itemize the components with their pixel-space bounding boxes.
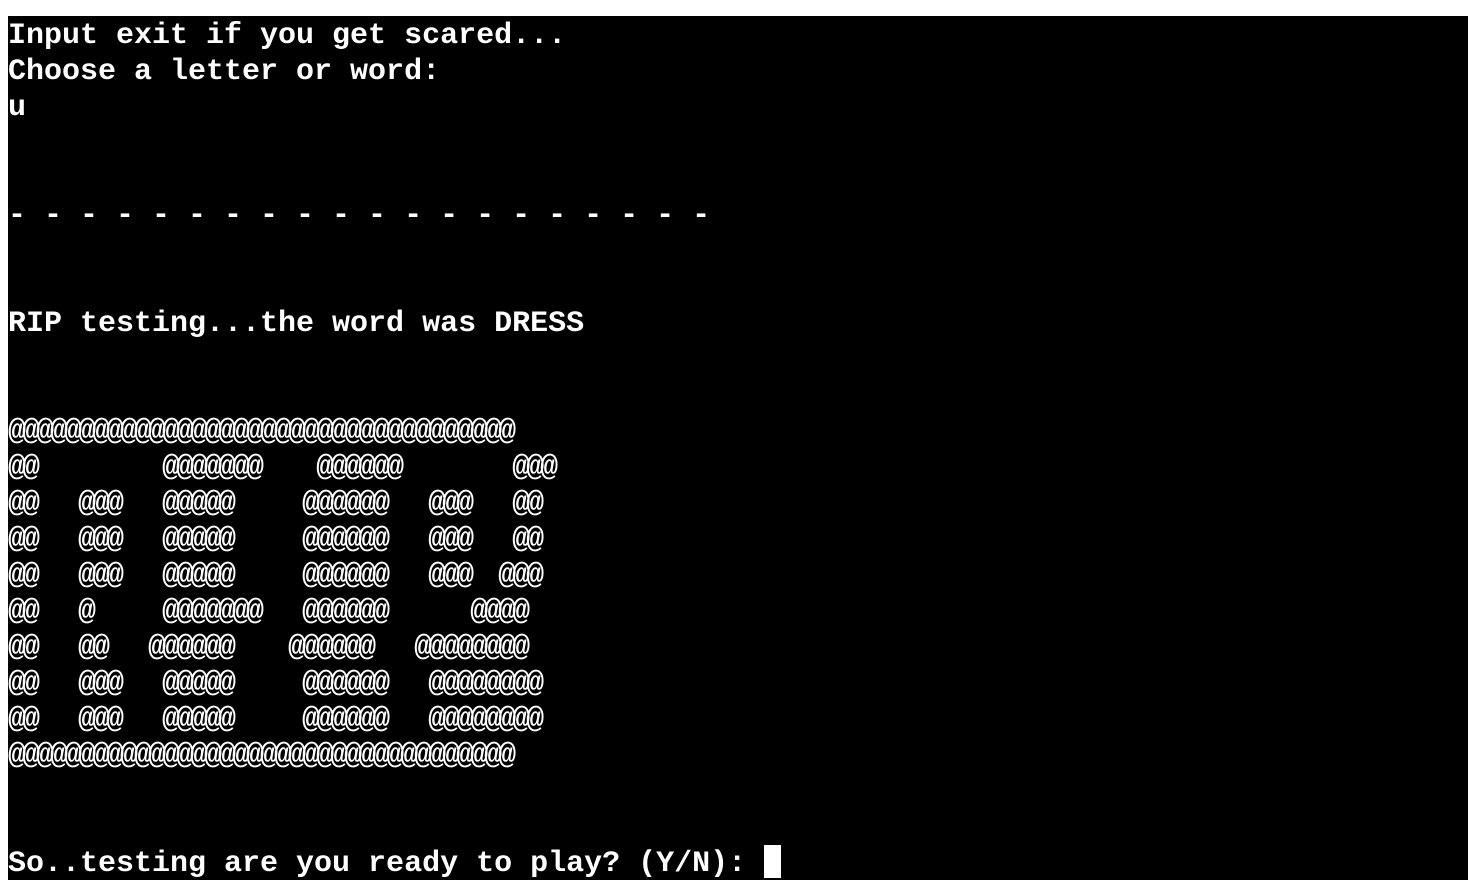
terminal-window[interactable]: Input exit if you get scared... Choose a… <box>8 16 1468 880</box>
rip-art-line: @@ @@@ @@@@@ @@@@@@ @@@@@@@@ <box>8 703 544 737</box>
text-cursor[interactable] <box>764 845 781 878</box>
play-again-prompt: So..testing are you ready to play? (Y/N)… <box>8 847 765 880</box>
rip-art-line: @@ @@@ @@@@@ @@@@@@ @@@ @@ <box>8 523 544 557</box>
scared-prompt: Input exit if you get scared... <box>8 19 567 53</box>
rip-art-line: @@ @@@ @@@@@ @@@@@@ @@@ @@ <box>8 487 544 521</box>
rip-art-line: @@ @@@@@@@ @@@@@@ @@@ <box>8 451 558 485</box>
word-blanks: - - - - - - - - - - - - - - - - - - - - <box>8 199 711 233</box>
rip-art-line: @@ @@ @@@@@@ @@@@@@ @@@@@@@@ <box>8 631 530 665</box>
user-input-echo: u <box>8 91 27 125</box>
rip-art-line: @@@@@@@@@@@@@@@@@@@@@@@@@@@@@@@@@@@@ <box>8 739 516 773</box>
rip-art-line: @@ @@@ @@@@@ @@@@@@ @@@@@@@@ <box>8 667 544 701</box>
rip-art-line: @@ @ @@@@@@@ @@@@@@ @@@@ <box>8 595 530 629</box>
result-message: RIP testing...the word was DRESS <box>8 307 585 341</box>
choose-prompt: Choose a letter or word: <box>8 55 441 89</box>
rip-art-line: @@@@@@@@@@@@@@@@@@@@@@@@@@@@@@@@@@@@ <box>8 415 516 449</box>
rip-art-line: @@ @@@ @@@@@ @@@@@@ @@@ @@@ <box>8 559 544 593</box>
